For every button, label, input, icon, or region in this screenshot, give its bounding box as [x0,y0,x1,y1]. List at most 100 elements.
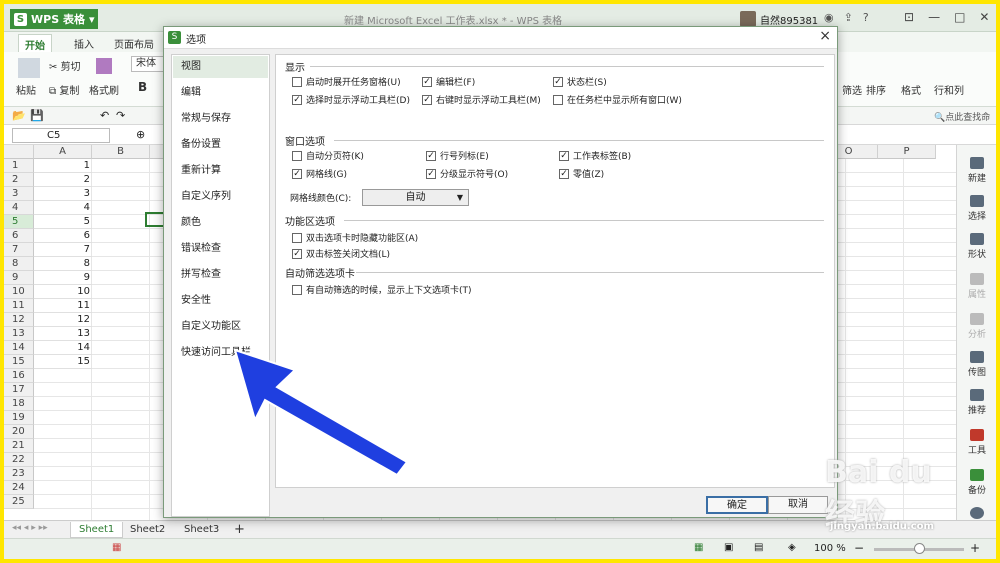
cell-a[interactable]: 5 [34,215,92,229]
side-shape[interactable]: 形状 [957,233,997,260]
nav-item[interactable]: 颜色 [173,212,268,234]
zoom-out-icon[interactable]: − [854,541,864,555]
sheet-tab-1[interactable]: Sheet1 [70,522,124,538]
option-checkbox[interactable]: ✓ 网格线(G) [292,167,347,180]
option-checkbox[interactable]: 有自动筛选的时候，显示上下文选项卡(T) [292,283,472,296]
tab-home[interactable]: 开始 [18,34,52,54]
cell-a[interactable]: 15 [34,355,92,369]
checkbox-unchecked-icon[interactable] [292,150,302,161]
reading-icon[interactable]: ◈ [788,542,796,553]
option-checkbox[interactable]: ✓ 右键时显示浮动工具栏(M) [422,93,541,106]
side-new[interactable]: 新建 [957,157,997,184]
checkbox-checked-icon[interactable]: ✓ [559,150,569,161]
row-header[interactable]: 1 [4,159,34,173]
skin-icon[interactable]: ◉ [824,11,834,24]
sheet-tab-2[interactable]: Sheet2 [122,522,173,538]
row-header[interactable]: 25 [4,495,34,509]
nav-item[interactable]: 备份设置 [173,134,268,156]
sheet-nav-icon[interactable]: ◂◂ ◂ ▸ ▸▸ [12,523,48,533]
row-header[interactable]: 11 [4,299,34,313]
corner-header[interactable] [4,145,34,159]
save-icon[interactable]: 💾 [30,109,44,122]
cell-a[interactable]: 11 [34,299,92,313]
row-header[interactable]: 9 [4,271,34,285]
side-properties[interactable]: 属性 [957,273,997,300]
paste-icon[interactable] [18,58,40,78]
format-button[interactable]: 格式 [901,82,921,97]
option-checkbox[interactable]: ✓ 选择时显示浮动工具栏(D) [292,93,410,106]
maximize-icon[interactable]: □ [954,10,965,24]
row-header[interactable]: 13 [4,327,34,341]
cell-a[interactable]: 14 [34,341,92,355]
checkbox-checked-icon[interactable]: ✓ [292,94,302,105]
zoom-icon[interactable]: ⊕ [136,128,145,141]
name-box[interactable]: C5 [12,128,110,143]
cell-a[interactable]: 6 [34,229,92,243]
option-checkbox[interactable]: ✓ 状态栏(S) [553,75,607,88]
row-header[interactable]: 8 [4,257,34,271]
side-select[interactable]: 选择 [957,195,997,222]
option-checkbox[interactable]: ✓ 编辑栏(F) [422,75,475,88]
dialog-close-button[interactable]: × [819,28,831,44]
sort-button[interactable]: 排序 [866,82,886,97]
zoom-level[interactable]: 100 % [814,543,846,554]
cell-a[interactable]: 4 [34,201,92,215]
minimize-icon[interactable]: — [928,10,940,24]
user-info[interactable]: 自然895381 [740,11,818,27]
cell-a[interactable]: 13 [34,327,92,341]
checkbox-checked-icon[interactable]: ✓ [426,168,436,179]
cell-a[interactable]: 2 [34,173,92,187]
row-header[interactable]: 5 [4,215,34,229]
cell-a[interactable]: 7 [34,243,92,257]
tab-insert[interactable]: 插入 [74,36,94,51]
option-checkbox[interactable]: 自动分页符(K) [292,149,364,162]
zoom-knob[interactable] [914,543,925,554]
checkbox-checked-icon[interactable]: ✓ [292,248,302,259]
side-upload-image[interactable]: 传图 [957,351,997,378]
nav-item[interactable]: 自定义序列 [173,186,268,208]
format-painter-button[interactable]: 格式刷 [89,82,119,97]
row-header[interactable]: 16 [4,369,34,383]
option-checkbox[interactable]: ✓ 行号列标(E) [426,149,489,162]
row-header[interactable]: 6 [4,229,34,243]
row-header[interactable]: 20 [4,425,34,439]
option-checkbox[interactable]: ✓ 工作表标签(B) [559,149,631,162]
sheet-tab-3[interactable]: Sheet3 [176,522,227,538]
zoom-in-icon[interactable]: + [970,541,980,555]
cell-a[interactable]: 10 [34,285,92,299]
add-sheet-button[interactable]: + [226,522,253,538]
tab-page-layout[interactable]: 页面布局 [114,36,154,51]
row-header[interactable]: 21 [4,439,34,453]
option-checkbox[interactable]: ✓ 零值(Z) [559,167,604,180]
format-painter-icon[interactable] [96,58,112,74]
close-icon[interactable]: ✕ [979,10,989,24]
cell-a[interactable]: 12 [34,313,92,327]
nav-item[interactable]: 错误检查 [173,238,268,260]
side-analysis[interactable]: 分析 [957,313,997,340]
cell-a[interactable]: 8 [34,257,92,271]
restore-icon[interactable]: ⊡ [904,10,914,24]
checkbox-checked-icon[interactable]: ✓ [422,94,432,105]
nav-item[interactable]: 自定义功能区 [173,316,268,338]
option-checkbox[interactable]: 双击选项卡时隐藏功能区(A) [292,231,418,244]
nav-item[interactable]: 重新计算 [173,160,268,182]
nav-item[interactable]: 常规与保存 [173,108,268,130]
redo-icon[interactable]: ↷ [116,109,125,122]
row-header[interactable]: 15 [4,355,34,369]
row-header[interactable]: 17 [4,383,34,397]
checkbox-unchecked-icon[interactable] [292,76,302,87]
option-checkbox[interactable]: ✓ 分级显示符号(O) [426,167,508,180]
checkbox-checked-icon[interactable]: ✓ [426,150,436,161]
nav-item[interactable]: 拼写检查 [173,264,268,286]
undo-icon[interactable]: ↶ [100,109,109,122]
cell-a[interactable]: 1 [34,159,92,173]
side-backup[interactable]: 备份 [957,469,997,496]
nav-item[interactable]: 编辑 [173,82,268,104]
row-header[interactable]: 19 [4,411,34,425]
page-break-icon[interactable]: ▤ [754,542,763,553]
row-header[interactable]: 14 [4,341,34,355]
font-select[interactable]: 宋体 [131,56,167,72]
option-checkbox[interactable]: 启动时展开任务窗格(U) [292,75,401,88]
macro-icon[interactable]: ▦ [112,542,121,553]
normal-view-icon[interactable]: ▦ [694,542,703,553]
